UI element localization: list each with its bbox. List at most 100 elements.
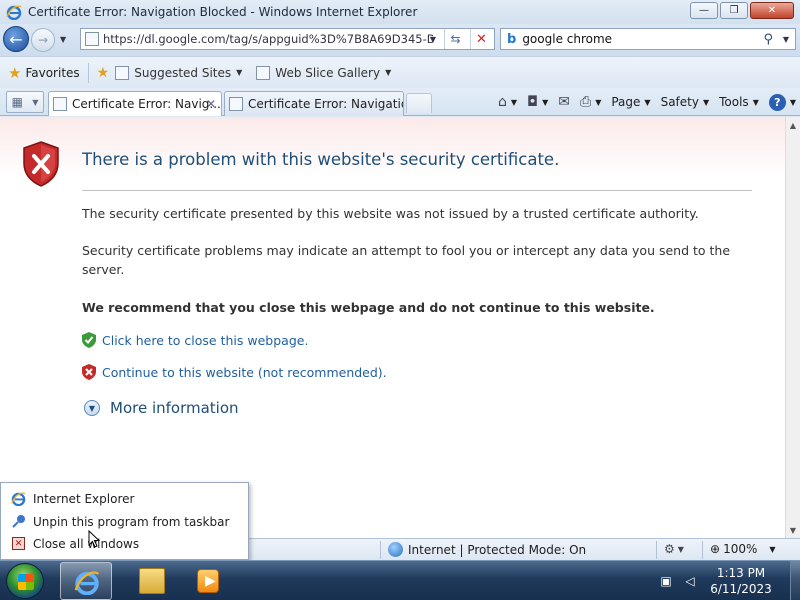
show-desktop-button[interactable] [790,561,800,600]
page-menu-label: Page [611,95,641,109]
feeds-button[interactable]: ◘ ▼ [527,94,548,110]
address-bar[interactable]: https://dl.google.com/tag/s/appguid%3D%7… [80,28,495,50]
help-menu[interactable]: ? ▼ [768,93,796,111]
gear-icon: ⚙ [664,542,675,556]
chevron-down-icon: ▼ [789,97,796,107]
suggested-sites-label: Suggested Sites [134,65,232,80]
error-warning: Security certificate problems may indica… [82,243,731,277]
media-player-icon [197,569,219,593]
search-options-dropdown[interactable]: ▼ [783,35,789,44]
globe-icon [388,542,403,557]
volume-muted-icon[interactable]: ◁ [682,573,698,589]
more-information-toggle[interactable]: ▼ More information [84,399,239,417]
title-bar: Certificate Error: Navigation Blocked - … [0,0,800,24]
scroll-down-icon[interactable]: ▼ [786,522,800,538]
chevron-down-icon: ▼ [542,97,549,107]
chevron-down-icon: ▼ [677,544,684,554]
command-bar: ⌂ ▼ ◘ ▼ ✉ ⎙ ▼ Page ▼ Safety ▼ Tools ▼ ? ▼ [488,92,796,112]
taskbar-internet-explorer[interactable] [60,562,112,600]
vertical-scrollbar[interactable]: ▲ ▼ [785,117,800,538]
quick-tabs-button[interactable]: ▦ ▼ [6,91,44,113]
favorites-button[interactable]: ★ Favorites [8,64,80,82]
continue-to-website-link[interactable]: Continue to this website (not recommende… [82,364,387,380]
chevron-down-icon: ▼ [752,97,759,107]
maximize-button[interactable]: ❐ [720,2,748,19]
jumplist-label: Close all windows [33,536,140,551]
network-icon[interactable]: ▣ [658,573,674,589]
security-zone-label: Internet | Protected Mode: On [408,542,587,557]
chevron-down-icon: ▼ [32,97,39,107]
stop-icon[interactable]: ✕ [470,29,492,49]
magnifier-icon: ⊕ [710,542,721,556]
divider [656,541,657,559]
read-mail-button[interactable]: ✉ [558,94,570,110]
print-button[interactable]: ⎙ ▼ [580,94,601,110]
page-icon [115,65,130,80]
clock-time: 1:13 PM [716,566,766,580]
page-icon [53,97,67,111]
jumplist-internet-explorer[interactable]: Internet Explorer [11,491,134,506]
pin-icon [12,515,25,528]
taskbar-jump-list: Internet Explorer Unpin this program fro… [0,482,249,560]
home-button[interactable]: ⌂ ▼ [498,94,517,110]
rss-icon: ◘ [527,94,539,110]
window-title: Certificate Error: Navigation Blocked - … [28,5,418,19]
page-icon [256,65,271,80]
chevron-down-icon: ▼ [510,97,518,107]
error-title: There is a problem with this website's s… [82,150,560,169]
recent-pages-dropdown[interactable]: ▼ [60,35,66,44]
search-input[interactable] [522,32,753,46]
start-button[interactable] [6,563,44,599]
search-box[interactable]: b ⚲ ▼ [500,28,796,50]
tab-label: Certificate Error: Navigatio... [248,97,403,111]
bing-icon: b [507,31,517,47]
address-dropdown[interactable]: ▼ [430,35,436,44]
printer-icon: ⎙ [580,94,592,110]
safety-menu[interactable]: Safety ▼ [661,95,710,109]
tools-menu[interactable]: Tools ▼ [719,95,759,109]
close-box-icon: ✕ [12,537,25,550]
web-slice-gallery-link[interactable]: Web Slice Gallery ▼ [256,65,391,80]
mail-icon: ✉ [558,94,570,110]
jumplist-unpin[interactable]: Unpin this program from taskbar [11,514,229,529]
window-controls: — ❐ ✕ [690,2,794,19]
error-description: The security certificate presented by th… [82,206,699,221]
close-webpage-link[interactable]: Click here to close this webpage. [82,332,308,348]
green-shield-check-icon [82,332,96,348]
continue-label: Continue to this website (not recommende… [102,364,387,380]
more-information-label: More information [110,399,239,417]
ie-logo-icon [6,5,22,20]
jumplist-close-all[interactable]: ✕ Close all windows [11,536,139,551]
suggested-sites-link[interactable]: Suggested Sites ▼ [115,65,243,80]
new-tab-button[interactable] [406,93,432,113]
divider [380,541,381,559]
zoom-level: 100% [723,542,758,556]
protected-mode-button[interactable]: ⚙ ▼ [664,542,684,556]
chevron-down-circle-icon: ▼ [84,400,100,416]
search-icon[interactable]: ⚲ [763,32,773,47]
close-tab-icon[interactable]: ✕ [206,97,216,111]
scroll-up-icon[interactable]: ▲ [786,117,800,133]
clock[interactable]: 1:13 PM 6/11/2023 [706,565,776,597]
recommendation-text: We recommend that you close this webpage… [82,300,655,315]
back-button[interactable]: ← [3,26,29,52]
tab-certificate-error-active[interactable]: Certificate Error: Navig... ✕ [48,91,222,116]
taskbar-windows-explorer[interactable] [126,562,178,600]
address-url[interactable]: https://dl.google.com/tag/s/appguid%3D%7… [103,32,433,46]
tab-certificate-error[interactable]: Certificate Error: Navigatio... [224,91,404,116]
page-icon [85,32,99,46]
chevron-down-icon: ▼ [236,68,243,77]
jumplist-label: Unpin this program from taskbar [33,514,230,529]
taskbar-media-player[interactable] [185,562,237,600]
page-menu[interactable]: Page ▼ [611,95,650,109]
tab-label: Certificate Error: Navig... [72,97,221,111]
page-content: There is a problem with this website's s… [0,117,785,538]
close-window-button[interactable]: ✕ [750,2,794,19]
add-favorite-icon[interactable]: ★ [97,65,110,81]
grid-icon: ▦ [11,95,23,109]
refresh-icon[interactable]: ⇆ [444,29,466,49]
minimize-button[interactable]: — [690,2,718,19]
security-zone[interactable]: Internet | Protected Mode: On [388,542,586,557]
zoom-button[interactable]: ⊕ 100% ▼ [710,542,776,556]
forward-button[interactable]: → [31,28,55,52]
